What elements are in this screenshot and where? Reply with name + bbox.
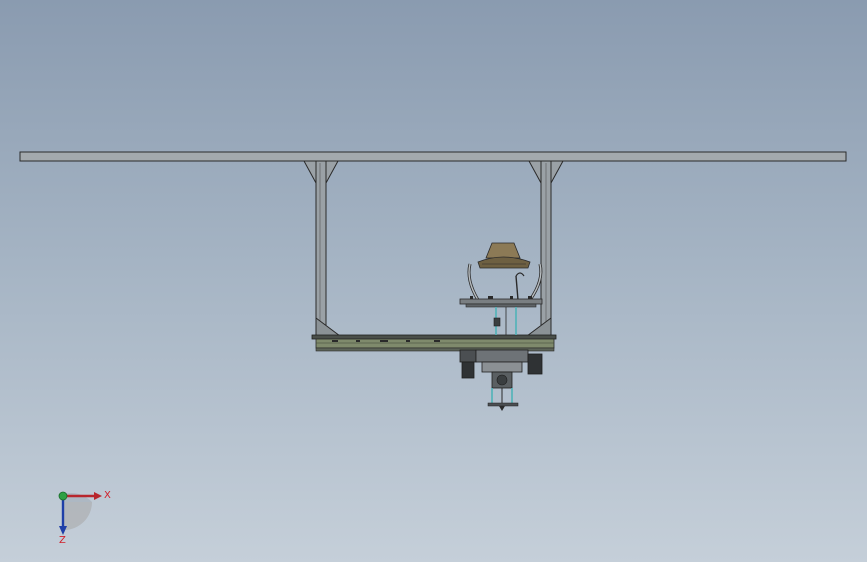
assembly-model[interactable]	[0, 0, 867, 562]
x-axis-label: X	[104, 490, 111, 501]
z-axis-label: Z	[59, 535, 66, 544]
conveyor-frame	[311, 334, 557, 352]
left-column	[303, 160, 342, 338]
cad-viewport[interactable]: X Z	[0, 0, 867, 562]
bowl-feeder	[459, 242, 543, 335]
axis-triad[interactable]: X Z	[44, 482, 114, 544]
y-axis-dot	[58, 491, 68, 501]
drive-unit	[459, 349, 543, 411]
right-column	[525, 160, 564, 338]
top-beam	[19, 151, 847, 162]
